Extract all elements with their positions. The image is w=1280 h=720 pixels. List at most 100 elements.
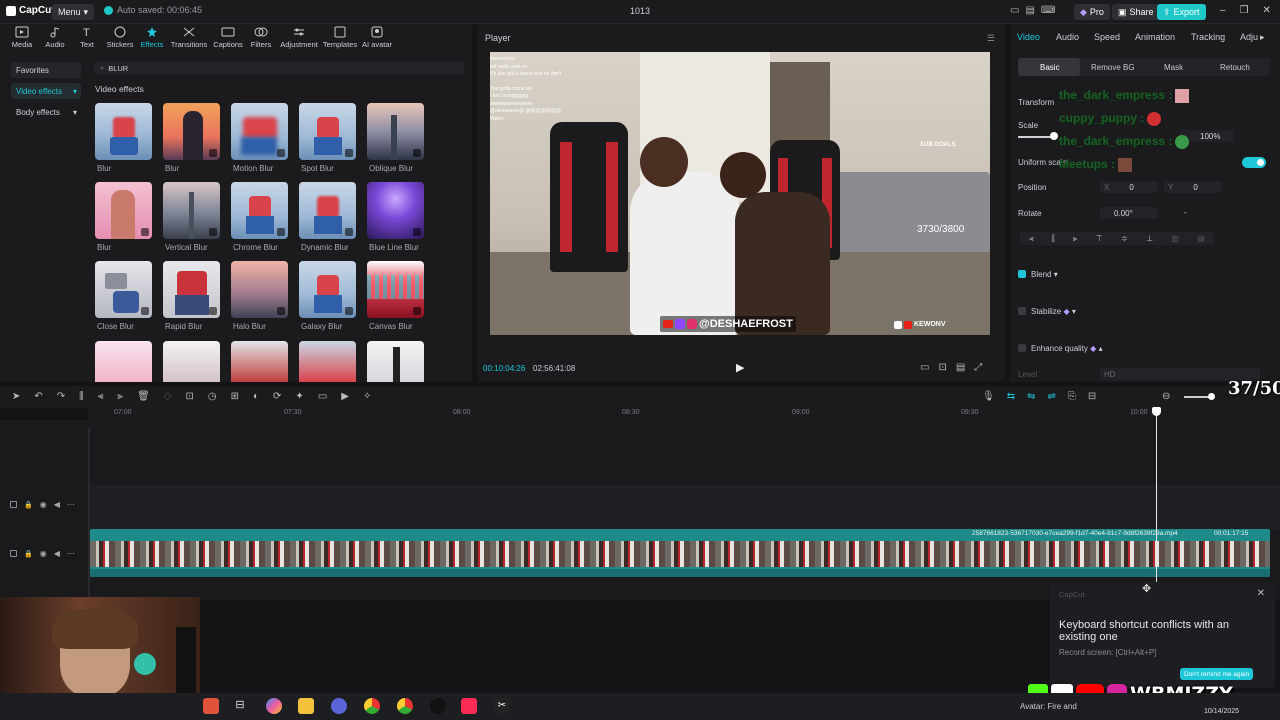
- obs-icon[interactable]: [430, 698, 446, 714]
- copilot-icon[interactable]: [266, 698, 282, 714]
- sidebar-item-video-effects[interactable]: Video effects ▾: [11, 83, 81, 99]
- effect-thumb-dynamic-blur[interactable]: [299, 182, 356, 239]
- tab-media[interactable]: Media: [4, 26, 40, 49]
- more-icon[interactable]: ⋯: [67, 500, 75, 509]
- effect-thumb-close-blur[interactable]: [95, 261, 152, 318]
- rotate-icon[interactable]: ⟳: [273, 391, 281, 402]
- pro-button[interactable]: ◆ Pro: [1074, 4, 1110, 20]
- enhance-checkbox[interactable]: [1018, 344, 1026, 352]
- align-right-icon[interactable]: ⫸: [1073, 234, 1078, 244]
- taskbar-date[interactable]: 10/14/2025: [1204, 708, 1239, 715]
- blend-checkbox[interactable]: [1018, 270, 1026, 278]
- weather-widget[interactable]: Avatar: Fire and: [1020, 702, 1077, 711]
- tab-text[interactable]: T Text: [69, 26, 105, 49]
- download-icon[interactable]: [209, 149, 217, 157]
- chevron-right-icon[interactable]: ▸: [1260, 32, 1265, 43]
- file-explorer-icon[interactable]: [298, 698, 314, 714]
- capcut-taskbar-icon[interactable]: ✂: [494, 698, 510, 714]
- app-icon-feather[interactable]: [203, 698, 219, 714]
- player-menu-icon[interactable]: ☰: [987, 33, 995, 44]
- sparkle-icon[interactable]: ✧: [363, 391, 371, 402]
- tab-tracking[interactable]: Tracking: [1191, 32, 1225, 42]
- redo-icon[interactable]: ↷: [57, 391, 65, 402]
- effect-thumb-row4-4[interactable]: [299, 341, 356, 382]
- delete-icon[interactable]: 🗑: [137, 391, 150, 402]
- select-icon[interactable]: ➤: [12, 391, 20, 402]
- layout-icon[interactable]: ▭: [1010, 5, 1019, 16]
- tab-captions[interactable]: Captions: [210, 26, 246, 49]
- tab-filters[interactable]: Filters: [243, 26, 279, 49]
- effect-thumb-vertical-blur[interactable]: [163, 182, 220, 239]
- layout-grid-icon[interactable]: ▤: [1025, 5, 1034, 16]
- maximize-icon[interactable]: ❐: [1240, 5, 1249, 16]
- subtab-basic[interactable]: Basic: [1040, 63, 1060, 72]
- download-icon[interactable]: [345, 307, 353, 315]
- effect-thumb-blue-line-blur[interactable]: [367, 182, 424, 239]
- download-icon[interactable]: [277, 149, 285, 157]
- effect-thumb-motion-blur[interactable]: [231, 103, 288, 160]
- tab-speed[interactable]: Speed: [1094, 32, 1120, 42]
- chrome-icon[interactable]: [364, 698, 380, 714]
- distribute-v-icon[interactable]: ▤: [1197, 234, 1205, 243]
- preview-axis-icon[interactable]: ⎘: [1068, 391, 1076, 402]
- fit-icon[interactable]: ▭: [920, 362, 929, 373]
- effect-thumb-row4-5[interactable]: [367, 341, 424, 382]
- app-icon-circle[interactable]: [331, 698, 347, 714]
- position-x-input[interactable]: X0: [1100, 181, 1158, 193]
- align-bottom-icon[interactable]: ⊥: [1146, 234, 1153, 243]
- download-icon[interactable]: [413, 307, 421, 315]
- video-clip[interactable]: 2587661823-536717030-e7cea299-f1d7-40e4-…: [90, 529, 1270, 577]
- effect-thumb-galaxy-blur[interactable]: [299, 261, 356, 318]
- playhead-handle[interactable]: [1152, 407, 1161, 416]
- effect-thumb-blur-3[interactable]: [95, 182, 152, 239]
- split-right-icon[interactable]: ⫸: [117, 391, 123, 402]
- caption-icon[interactable]: ▭: [318, 391, 327, 402]
- tab-effects[interactable]: Effects: [134, 26, 170, 49]
- subtab-retouch[interactable]: Retouch: [1220, 63, 1250, 72]
- tab-animation[interactable]: Animation: [1135, 32, 1175, 42]
- track-cover-icon[interactable]: [10, 550, 17, 557]
- tab-video[interactable]: Video: [1017, 32, 1040, 42]
- uniform-scale-toggle[interactable]: [1242, 157, 1266, 168]
- tab-adjustment[interactable]: Adju: [1240, 32, 1258, 42]
- effect-thumb-rapid-blur[interactable]: [163, 261, 220, 318]
- sidebar-item-favorites[interactable]: Favorites: [11, 62, 81, 78]
- align-middle-icon[interactable]: ≑: [1121, 234, 1128, 243]
- export-button[interactable]: ⇪ Export: [1157, 4, 1206, 20]
- keyboard-icon[interactable]: ⌨: [1041, 5, 1055, 16]
- tab-audio[interactable]: Audio: [37, 26, 73, 49]
- tab-stickers[interactable]: Stickers: [102, 26, 138, 49]
- align-left-icon[interactable]: ⫷: [1029, 234, 1034, 244]
- close-icon[interactable]: ✕: [1263, 5, 1271, 16]
- align-top-icon[interactable]: ⊤: [1096, 234, 1103, 243]
- link-icon[interactable]: ⇆: [1007, 391, 1015, 402]
- download-icon[interactable]: [345, 149, 353, 157]
- rotate-input[interactable]: 0.00°: [1100, 207, 1158, 219]
- effect-thumb-blur[interactable]: [95, 103, 152, 160]
- scale-slider-handle[interactable]: [1050, 132, 1058, 140]
- scale-slider[interactable]: [1018, 136, 1054, 138]
- mark-icon[interactable]: ◇: [164, 391, 172, 402]
- zoom-slider-handle[interactable]: [1208, 393, 1215, 400]
- mirror-icon[interactable]: ◐: [253, 391, 259, 402]
- tab-templates[interactable]: Templates: [322, 26, 358, 49]
- eye-icon[interactable]: ◉: [40, 500, 47, 509]
- track-cover-icon[interactable]: [10, 501, 17, 508]
- effect-thumb-blur-2[interactable]: [163, 103, 220, 160]
- effect-thumb-spot-blur[interactable]: [299, 103, 356, 160]
- download-icon[interactable]: [209, 307, 217, 315]
- eye-icon[interactable]: ◉: [40, 549, 47, 558]
- zoom-icon[interactable]: ⊡: [938, 362, 946, 373]
- snap-icon[interactable]: ⇌: [1047, 391, 1055, 402]
- undo-icon[interactable]: ↶: [34, 391, 42, 402]
- stabilize-checkbox[interactable]: [1018, 307, 1026, 315]
- download-icon[interactable]: [141, 228, 149, 236]
- more-icon[interactable]: ⋯: [67, 549, 75, 558]
- taskview-icon[interactable]: ⊟: [232, 698, 248, 714]
- position-y-input[interactable]: Y0: [1164, 181, 1222, 193]
- download-icon[interactable]: [141, 307, 149, 315]
- effect-thumb-chrome-blur[interactable]: [231, 182, 288, 239]
- play-box-icon[interactable]: ▶: [341, 391, 349, 402]
- magnet-icon[interactable]: ⇋: [1027, 391, 1035, 402]
- tab-adjustment[interactable]: Adjustment: [280, 26, 318, 49]
